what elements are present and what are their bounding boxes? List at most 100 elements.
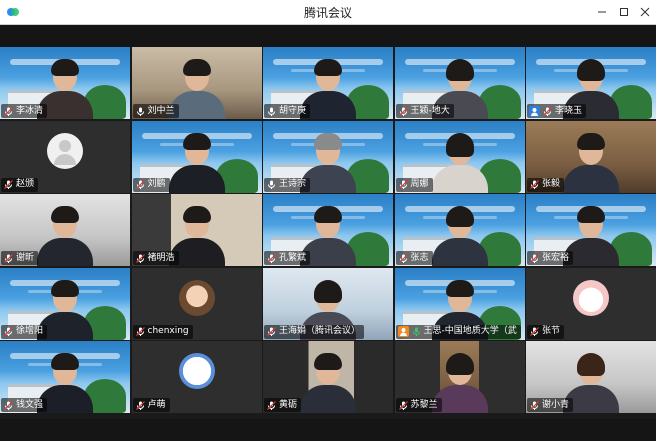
mic-icon bbox=[136, 107, 144, 116]
participant-name: 胡守庚 bbox=[279, 105, 307, 116]
participant-name: 刘鹏 bbox=[147, 179, 166, 189]
participant-nameplate: 孔繁斌 bbox=[264, 251, 311, 265]
participant-name: 孔繁斌 bbox=[279, 252, 307, 263]
profile-avatar bbox=[178, 353, 215, 389]
maximize-icon bbox=[620, 8, 628, 16]
video-tile[interactable]: 王颖-地大 bbox=[394, 47, 525, 119]
participant-nameplate: 徐增阳 bbox=[1, 324, 48, 339]
participant-nameplate: 钱文强 bbox=[1, 398, 48, 412]
mic-muted-icon bbox=[398, 180, 408, 189]
mic-muted-icon bbox=[267, 400, 276, 410]
participant-nameplate: 张毅 bbox=[527, 177, 565, 192]
participant-video bbox=[430, 132, 490, 193]
video-tile[interactable]: 褚明浩 bbox=[131, 194, 262, 266]
video-tile[interactable]: 张毅 bbox=[526, 120, 656, 193]
video-tile[interactable]: 张宏裕 bbox=[526, 194, 656, 266]
video-tile[interactable]: 苏黎兰 bbox=[394, 341, 525, 413]
participant-name: 黄砺 bbox=[279, 399, 298, 410]
host-badge-icon bbox=[529, 105, 540, 117]
participant-nameplate: chenxing bbox=[132, 324, 193, 339]
participant-name: chenxing bbox=[147, 326, 189, 336]
video-tile[interactable]: 周娜 bbox=[394, 120, 525, 193]
mic-muted-icon bbox=[530, 253, 539, 263]
participant-nameplate: 黄砺 bbox=[264, 398, 302, 412]
mic-icon bbox=[268, 107, 275, 116]
video-tile[interactable]: 张志 bbox=[394, 194, 525, 266]
mic-muted-icon bbox=[4, 106, 13, 116]
participant-nameplate: 苏黎兰 bbox=[395, 398, 442, 412]
participant-name: 李冰清 bbox=[16, 105, 44, 116]
minimize-button[interactable] bbox=[590, 0, 614, 24]
video-tile[interactable]: 王诗宗 bbox=[263, 120, 393, 193]
mic-muted-icon bbox=[530, 400, 539, 410]
video-tile[interactable]: 胡守庚 bbox=[263, 47, 393, 119]
mic-muted-icon bbox=[135, 327, 145, 336]
participant-nameplate: 刘鹏 bbox=[132, 177, 170, 192]
video-tile[interactable]: 刘鹏 bbox=[131, 120, 262, 193]
video-tile[interactable]: 钱文强 bbox=[0, 341, 130, 413]
video-tile[interactable]: 黄砺 bbox=[263, 341, 393, 413]
participant-name: 谢昕 bbox=[16, 252, 35, 263]
video-tile[interactable]: 谢小青 bbox=[526, 341, 656, 413]
mic-muted-icon bbox=[267, 327, 276, 336]
video-grid: 李冰清 刘中兰 胡守庚 王颖-地大 李晓玉 赵颁 刘鹏 王诗宗 周娜 张毅 谢昕… bbox=[0, 47, 656, 419]
participant-nameplate: 张宏裕 bbox=[527, 251, 574, 265]
mic-muted-icon bbox=[398, 106, 408, 116]
participant-name: 谢小青 bbox=[542, 399, 570, 410]
mic-muted-icon bbox=[530, 180, 539, 189]
mic-muted-icon bbox=[135, 253, 145, 263]
video-tile[interactable]: 张节 bbox=[526, 267, 656, 340]
participant-name: 赵颁 bbox=[16, 179, 35, 189]
top-toolbar-area bbox=[0, 25, 656, 47]
participant-nameplate: 李冰清 bbox=[1, 104, 48, 118]
participant-name: 周娜 bbox=[410, 179, 429, 189]
video-tile[interactable]: 卢萌 bbox=[131, 341, 262, 413]
mic-muted-icon bbox=[543, 106, 552, 116]
participant-video bbox=[35, 206, 95, 266]
mic-muted-icon bbox=[267, 253, 276, 263]
participant-nameplate: 刘中兰 bbox=[132, 104, 179, 118]
participant-name: 张毅 bbox=[542, 179, 561, 189]
participant-name: 刘中兰 bbox=[147, 105, 175, 116]
participant-nameplate: 李晓玉 bbox=[527, 104, 587, 118]
participant-video bbox=[167, 132, 227, 193]
mic-muted-icon bbox=[135, 400, 145, 410]
video-tile[interactable]: 王海娟（腾讯会议） bbox=[263, 267, 393, 340]
participant-nameplate: 胡守庚 bbox=[264, 104, 311, 118]
participant-nameplate: 谢小青 bbox=[527, 398, 574, 412]
video-tile[interactable]: chenxing bbox=[131, 267, 262, 340]
participant-video bbox=[430, 206, 490, 266]
host-badge-icon bbox=[397, 326, 409, 337]
participant-name: 王诗宗 bbox=[279, 179, 307, 189]
video-tile[interactable]: 赵颁 bbox=[0, 120, 130, 193]
video-tile[interactable]: 李冰清 bbox=[0, 47, 130, 119]
minimize-icon bbox=[598, 11, 606, 13]
video-tile[interactable]: 刘中兰 bbox=[131, 47, 262, 119]
participant-video bbox=[298, 353, 358, 413]
profile-avatar bbox=[573, 279, 609, 316]
participant-name: 钱文强 bbox=[16, 399, 44, 410]
close-icon bbox=[640, 7, 650, 17]
video-tile[interactable]: 王思-中国地质大学（武 bbox=[394, 267, 525, 340]
default-avatar-icon bbox=[47, 132, 83, 169]
participant-nameplate: 褚明浩 bbox=[132, 251, 179, 265]
participant-nameplate: 王颖-地大 bbox=[395, 104, 454, 118]
bottom-toolbar-area bbox=[0, 419, 656, 441]
video-tile[interactable]: 徐增阳 bbox=[0, 267, 130, 340]
video-tile[interactable]: 谢昕 bbox=[0, 194, 130, 266]
video-tile[interactable]: 李晓玉 bbox=[526, 47, 656, 119]
mic-muted-icon bbox=[4, 253, 13, 263]
mic-muted-icon bbox=[398, 253, 408, 263]
participant-name: 褚明浩 bbox=[147, 252, 175, 263]
participant-nameplate: 周娜 bbox=[395, 177, 433, 192]
mic-muted-icon bbox=[4, 327, 13, 336]
participant-name: 苏黎兰 bbox=[410, 399, 438, 410]
close-button[interactable] bbox=[633, 0, 656, 24]
mic-active-icon bbox=[412, 327, 420, 336]
participant-nameplate: 谢昕 bbox=[1, 251, 39, 265]
participant-name: 李晓玉 bbox=[555, 105, 583, 116]
participant-video bbox=[561, 132, 621, 193]
participant-nameplate: 王思-中国地质大学（武 bbox=[395, 324, 521, 339]
video-tile[interactable]: 孔繁斌 bbox=[263, 194, 393, 266]
participant-name: 张志 bbox=[410, 252, 429, 263]
